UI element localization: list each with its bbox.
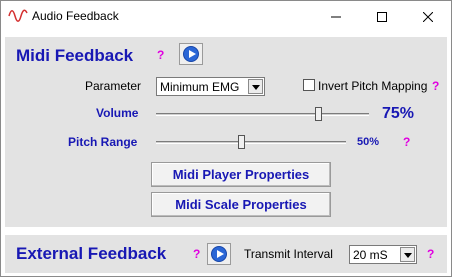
window-title: Audio Feedback (32, 9, 119, 23)
minimize-button[interactable] (313, 1, 359, 32)
invert-pitch-checkbox[interactable] (303, 79, 315, 91)
section-divider (5, 230, 447, 231)
external-play-button[interactable] (207, 243, 231, 265)
volume-value: 75% (382, 105, 415, 122)
external-feedback-title: External Feedback (16, 244, 167, 263)
waveform-app-icon (8, 9, 28, 22)
midi-play-button[interactable] (179, 43, 203, 65)
transmit-interval-select[interactable]: 20 mS (349, 245, 417, 264)
volume-slider-track[interactable] (156, 113, 369, 116)
pitch-range-slider-thumb[interactable] (238, 135, 245, 149)
volume-label: Volume (96, 106, 139, 120)
play-icon (211, 246, 227, 262)
maximize-icon (377, 11, 387, 22)
pitch-range-value: 50% (357, 136, 380, 148)
invert-pitch-help-link[interactable]: ? (432, 79, 439, 93)
midi-scale-properties-button[interactable]: Midi Scale Properties (151, 192, 331, 217)
midi-feedback-title: Midi Feedback (16, 46, 134, 65)
transmit-interval-help-link[interactable]: ? (427, 247, 434, 261)
chevron-down-icon (248, 79, 263, 94)
parameter-select[interactable]: Minimum EMG (156, 77, 265, 96)
pitch-range-label: Pitch Range (68, 135, 138, 149)
volume-slider-thumb[interactable] (315, 107, 322, 121)
chevron-down-icon (400, 247, 415, 262)
transmit-interval-label: Transmit Interval (244, 247, 333, 261)
minimize-icon (331, 16, 341, 17)
pitch-range-help-link[interactable]: ? (403, 135, 410, 149)
external-help-link[interactable]: ? (193, 247, 200, 261)
pitch-range-slider-track[interactable] (156, 141, 346, 144)
midi-player-properties-button[interactable]: Midi Player Properties (151, 162, 331, 187)
close-button[interactable] (405, 1, 451, 32)
play-icon (183, 46, 199, 62)
midi-help-link[interactable]: ? (157, 48, 164, 62)
audio-feedback-window: Audio Feedback Midi Feedback ? Parameter… (0, 0, 452, 277)
transmit-interval-value: 20 mS (353, 248, 388, 262)
maximize-button[interactable] (359, 1, 405, 32)
parameter-label: Parameter (85, 79, 142, 93)
close-icon (423, 11, 433, 22)
invert-pitch-label: Invert Pitch Mapping (318, 79, 428, 93)
parameter-select-value: Minimum EMG (160, 80, 240, 94)
title-bar: Audio Feedback (1, 1, 451, 32)
